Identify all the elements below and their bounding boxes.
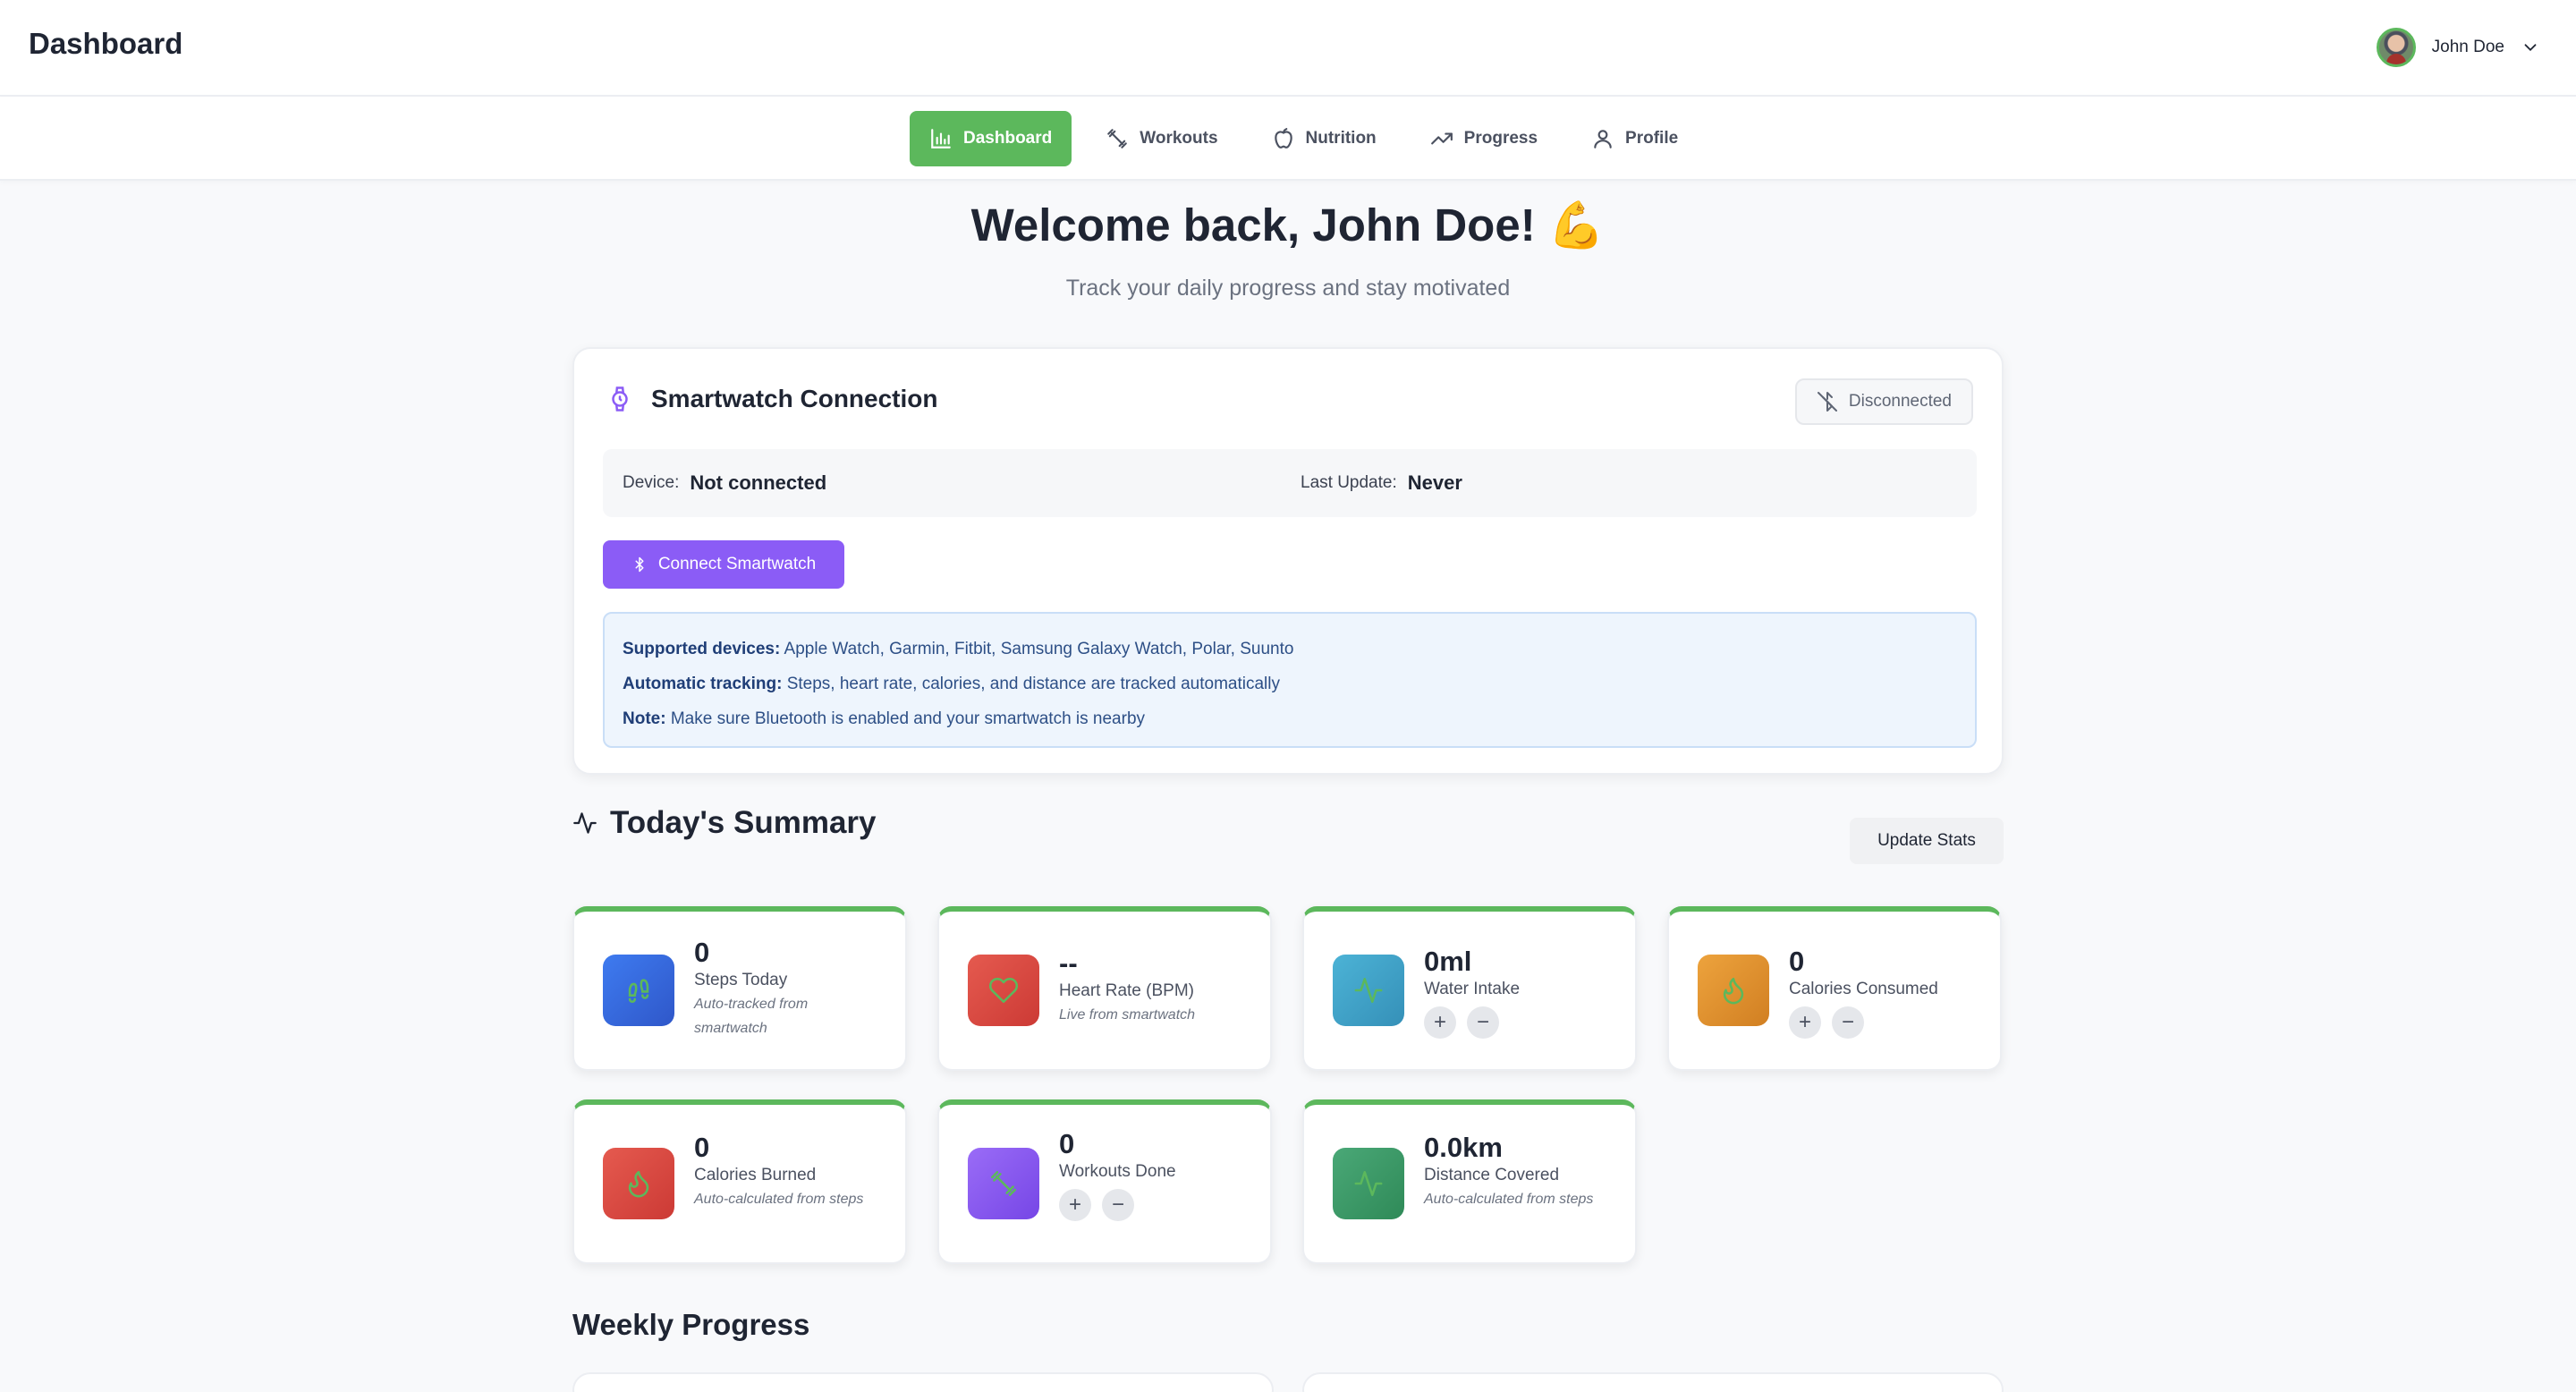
heart-icon <box>968 955 1039 1026</box>
device-label: Device: <box>623 473 680 492</box>
stat-note: Live from smartwatch <box>1059 1007 1196 1023</box>
smartwatch-title: Smartwatch Connection <box>651 385 938 412</box>
tab-label: Dashboard <box>963 129 1053 148</box>
stat-note: Auto-tracked from smartwatch <box>694 997 809 1036</box>
stat-card-calories-burned: 0 Calories Burned Auto-calculated from s… <box>572 1099 907 1264</box>
dumbbell-icon <box>968 1148 1039 1219</box>
stat-value: 0 <box>694 937 710 968</box>
tab-label: Progress <box>1463 129 1538 148</box>
footprints-icon <box>603 955 674 1026</box>
info-notes: Supported devices: Apple Watch, Garmin, … <box>603 612 1977 748</box>
user-icon <box>1594 130 1612 149</box>
user-menu[interactable]: John Doe <box>2376 27 2540 68</box>
tab-label: Nutrition <box>1305 129 1377 148</box>
top-header: Dashboard John Doe <box>0 0 2576 97</box>
activity-icon <box>1333 955 1404 1026</box>
weekly-progress-title: Weekly Progress <box>572 1308 810 1341</box>
tab-label: Profile <box>1625 129 1679 148</box>
avatar[interactable] <box>2376 28 2416 67</box>
stat-card-water: 0ml Water Intake + − <box>1302 906 1637 1071</box>
device-info: Device: Not connected Last Update: Never <box>603 449 1977 517</box>
flame-icon <box>603 1148 674 1219</box>
tab-dashboard[interactable]: Dashboard <box>910 111 1072 166</box>
stat-label: Water Intake <box>1424 980 1521 998</box>
stat-card-steps: 0 Steps Today Auto-tracked from smartwat… <box>572 906 907 1071</box>
stat-label: Calories Burned <box>694 1166 817 1184</box>
stat-label: Distance Covered <box>1424 1166 1560 1184</box>
stat-card-distance: 0.0km Distance Covered Auto-calculated f… <box>1302 1099 1637 1264</box>
device-value: Not connected <box>690 471 827 494</box>
increment-button[interactable]: + <box>1424 1006 1456 1039</box>
workouts-stepper: + − <box>1059 1189 1176 1221</box>
increment-button[interactable]: + <box>1789 1006 1821 1039</box>
trending-up-icon <box>1430 132 1453 145</box>
stat-label: Steps Today <box>694 971 788 989</box>
main-nav: Dashboard Workouts Nutrition Progress Pr… <box>0 97 2576 181</box>
apple-icon <box>1274 128 1292 149</box>
tab-progress[interactable]: Progress <box>1411 111 1557 166</box>
weekly-card <box>572 1372 1274 1392</box>
calories-stepper: + − <box>1789 1006 1938 1039</box>
bluetooth-off-icon <box>1817 392 1837 412</box>
tab-label: Workouts <box>1140 129 1218 148</box>
weekly-card <box>1302 1372 2004 1392</box>
watch-icon <box>612 386 628 412</box>
activity-icon <box>1333 1148 1404 1219</box>
stat-card-heart-rate: -- Heart Rate (BPM) Live from smartwatch <box>937 906 1272 1071</box>
stat-note: Auto-calculated from steps <box>1424 1192 1594 1207</box>
status-text: Disconnected <box>1848 392 1952 411</box>
app-title: Dashboard <box>29 27 183 60</box>
note-supported: Supported devices: Apple Watch, Garmin, … <box>623 640 1294 658</box>
update-stats-button[interactable]: Update Stats <box>1850 818 2004 864</box>
page-subtitle: Track your daily progress and stay motiv… <box>1065 276 1511 301</box>
status-badge: Disconnected <box>1794 378 1973 425</box>
stat-value: 0 <box>1789 946 1805 977</box>
stat-value: 0 <box>694 1132 710 1163</box>
stat-card-workouts: 0 Workouts Done + − <box>937 1099 1272 1264</box>
last-update-label: Last Update: <box>1301 473 1397 492</box>
decrement-button[interactable]: − <box>1102 1189 1134 1221</box>
connect-smartwatch-button[interactable]: Connect Smartwatch <box>603 540 844 589</box>
bar-chart-icon <box>931 129 951 149</box>
last-update-value: Never <box>1407 471 1462 494</box>
stat-label: Workouts Done <box>1059 1162 1176 1181</box>
stat-value: 0ml <box>1424 946 1472 977</box>
tab-nutrition[interactable]: Nutrition <box>1252 111 1396 166</box>
tab-profile[interactable]: Profile <box>1572 111 1698 166</box>
note-tracking: Automatic tracking: Steps, heart rate, c… <box>623 675 1280 693</box>
page-title: Welcome back, John Doe! 💪 <box>970 199 1606 250</box>
water-stepper: + − <box>1424 1006 1520 1039</box>
bluetooth-icon <box>635 556 644 573</box>
stat-card-calories-consumed: 0 Calories Consumed + − <box>1667 906 2002 1071</box>
chevron-down-icon[interactable] <box>2521 38 2540 57</box>
summary-header: Today's Summary <box>572 805 877 841</box>
note-bluetooth: Note: Make sure Bluetooth is enabled and… <box>623 709 1146 728</box>
stat-value: -- <box>1059 947 1078 979</box>
stat-label: Heart Rate (BPM) <box>1059 981 1194 1000</box>
user-name[interactable]: John Doe <box>2432 38 2504 57</box>
decrement-button[interactable]: − <box>1832 1006 1864 1039</box>
summary-title: Today's Summary <box>610 805 877 840</box>
connect-label: Connect Smartwatch <box>657 555 817 573</box>
stat-value: 0 <box>1059 1128 1075 1159</box>
dumbbell-icon <box>1107 129 1128 149</box>
tab-workouts[interactable]: Workouts <box>1086 111 1237 166</box>
flame-icon <box>1698 955 1769 1026</box>
decrement-button[interactable]: − <box>1467 1006 1499 1039</box>
activity-icon <box>573 812 597 834</box>
stat-note: Auto-calculated from steps <box>694 1192 864 1207</box>
stat-value: 0.0km <box>1424 1132 1503 1163</box>
increment-button[interactable]: + <box>1059 1189 1091 1221</box>
stat-label: Calories Consumed <box>1789 980 1938 998</box>
smartwatch-card: Smartwatch Connection Disconnected Devic… <box>572 347 2004 775</box>
